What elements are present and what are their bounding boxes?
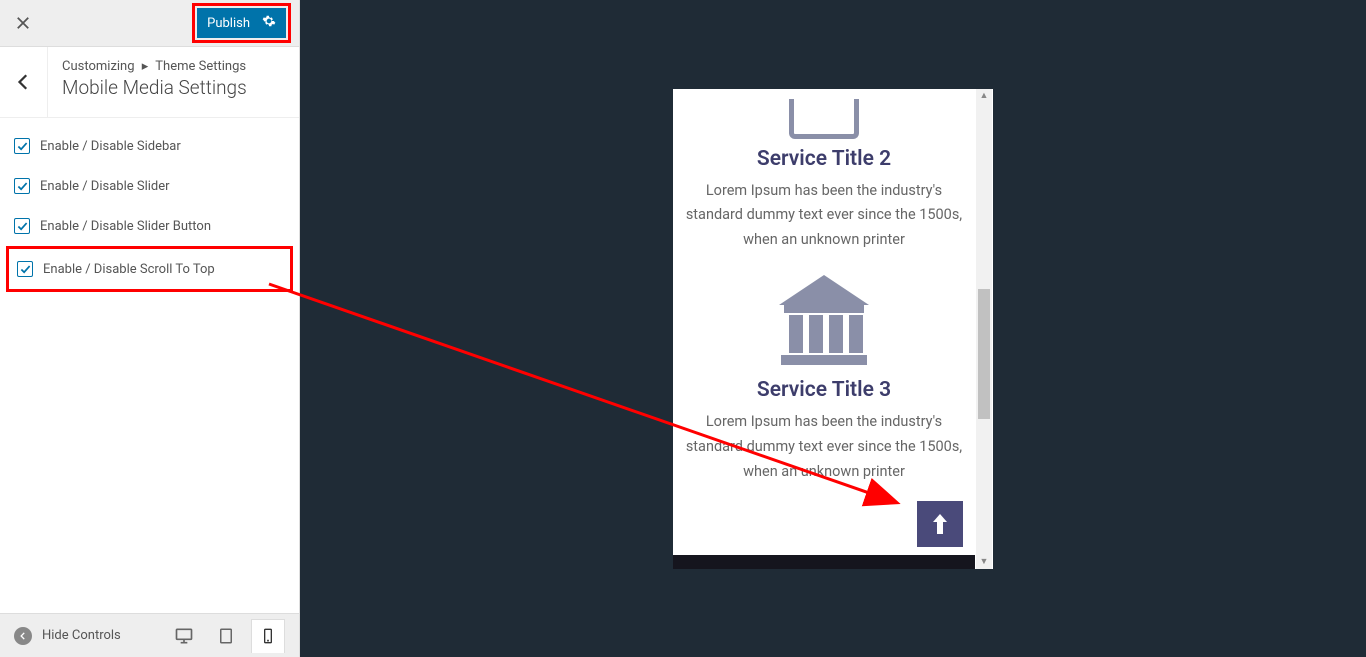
hide-controls-label: Hide Controls [42, 628, 121, 643]
service-title: Service Title 2 [685, 147, 963, 171]
chevron-left-icon [15, 73, 33, 91]
publish-button[interactable]: Publish [197, 8, 286, 38]
service-title: Service Title 3 [685, 378, 963, 402]
back-button[interactable] [0, 47, 48, 117]
chevron-right-icon: ▸ [142, 59, 149, 74]
scroll-to-top-button[interactable] [917, 501, 963, 547]
device-preview-icons [167, 619, 285, 653]
hide-controls-button[interactable]: Hide Controls [14, 627, 121, 645]
option-label: Enable / Disable Slider [40, 179, 170, 194]
mobile-footer-bar [673, 555, 975, 569]
chevron-left-circle-icon [14, 627, 32, 645]
checkbox-icon[interactable] [17, 261, 33, 277]
bank-icon [769, 270, 879, 370]
breadcrumb: Customizing ▸ Theme Settings [62, 59, 285, 74]
sidebar-footer: Hide Controls [0, 613, 299, 657]
close-icon [16, 16, 30, 30]
desktop-preview-icon[interactable] [167, 619, 201, 653]
option-label: Enable / Disable Scroll To Top [43, 262, 215, 277]
customizer-sidebar: Publish Customizing ▸ Theme Settings Mob… [0, 0, 300, 657]
service-text: Lorem Ipsum has been the industry's stan… [685, 179, 963, 253]
header-text: Customizing ▸ Theme Settings Mobile Medi… [48, 47, 299, 111]
gear-icon[interactable] [262, 14, 276, 32]
mobile-preview-frame: Service Title 2 Lorem Ipsum has been the… [673, 89, 993, 569]
scrollbar[interactable]: ▲ ▼ [976, 89, 992, 569]
option-label: Enable / Disable Sidebar [40, 139, 181, 154]
scrollbar-thumb[interactable] [978, 289, 990, 419]
breadcrumb-root: Customizing [62, 59, 135, 74]
preview-area: Service Title 2 Lorem Ipsum has been the… [300, 0, 1366, 657]
header-row: Customizing ▸ Theme Settings Mobile Medi… [0, 47, 299, 118]
arrow-up-icon [931, 512, 949, 536]
option-sidebar[interactable]: Enable / Disable Sidebar [0, 126, 299, 166]
scroll-up-arrow-icon[interactable]: ▲ [978, 90, 990, 102]
page-title: Mobile Media Settings [62, 76, 285, 99]
checkbox-icon[interactable] [14, 138, 30, 154]
option-scroll-top[interactable]: Enable / Disable Scroll To Top [9, 249, 234, 289]
option-slider[interactable]: Enable / Disable Slider [0, 166, 299, 206]
mobile-preview-icon[interactable] [251, 619, 285, 653]
publish-highlight: Publish [192, 3, 291, 43]
option-scroll-top-highlight: Enable / Disable Scroll To Top [6, 246, 293, 292]
options-list: Enable / Disable Sidebar Enable / Disabl… [0, 118, 299, 300]
option-slider-button[interactable]: Enable / Disable Slider Button [0, 206, 299, 246]
publish-label: Publish [207, 16, 250, 31]
service-text: Lorem Ipsum has been the industry's stan… [685, 410, 963, 484]
service-icon [789, 99, 859, 139]
checkbox-icon[interactable] [14, 178, 30, 194]
tablet-preview-icon[interactable] [209, 619, 243, 653]
checkbox-icon[interactable] [14, 218, 30, 234]
mobile-content[interactable]: Service Title 2 Lorem Ipsum has been the… [673, 89, 975, 569]
breadcrumb-current: Theme Settings [155, 59, 246, 74]
close-button[interactable] [8, 8, 38, 38]
top-bar: Publish [0, 0, 299, 47]
scroll-down-arrow-icon[interactable]: ▼ [978, 556, 990, 568]
option-label: Enable / Disable Slider Button [40, 219, 211, 234]
